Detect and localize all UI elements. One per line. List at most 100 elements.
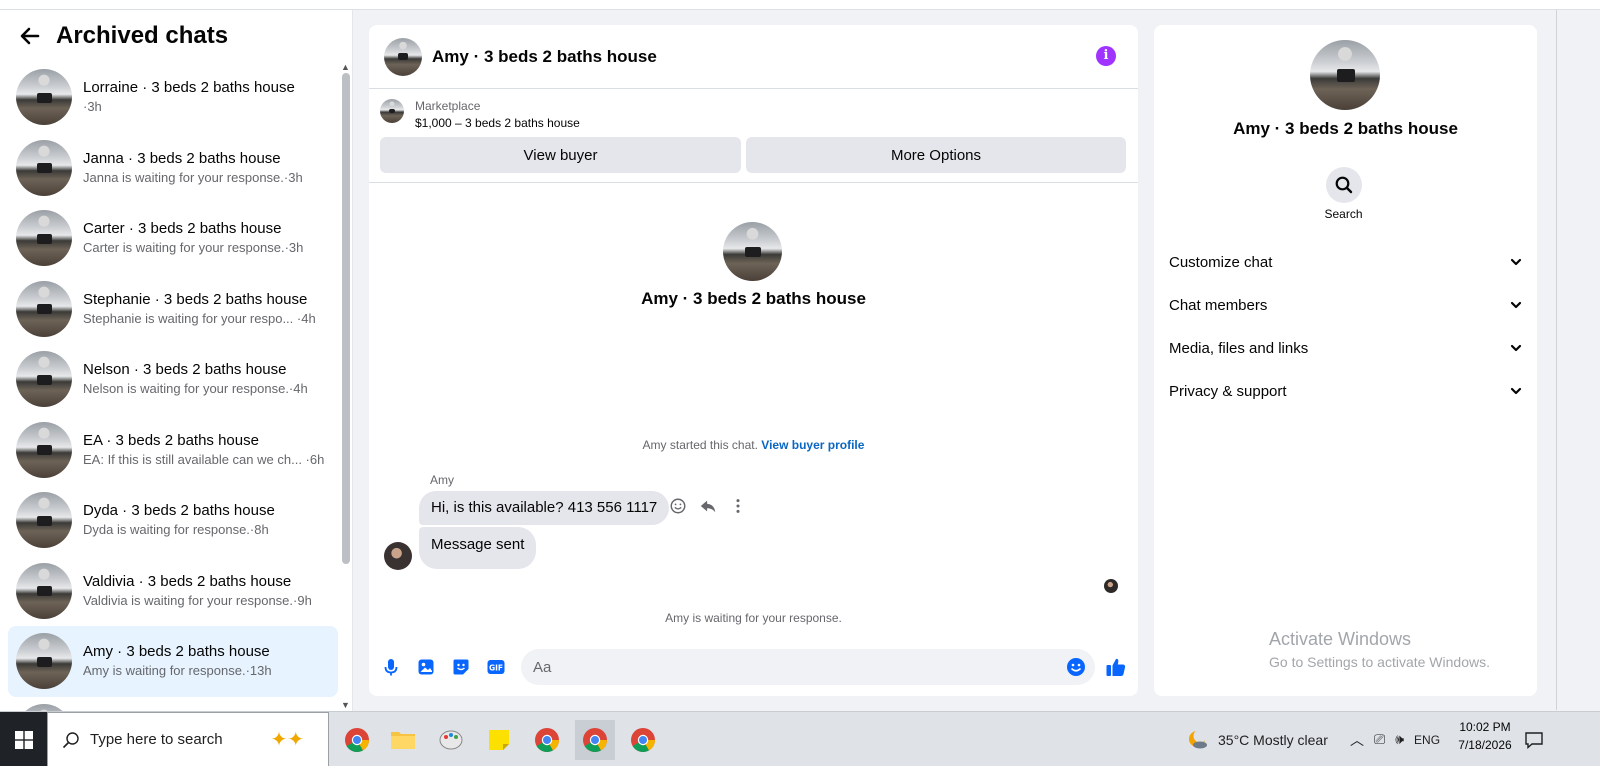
- taskbar-search[interactable]: Type here to search ✦✦: [47, 712, 329, 766]
- moon-cloud-icon: [1189, 729, 1207, 748]
- chat-avatar: [16, 633, 72, 690]
- chat-list-item[interactable]: Dyda · 3 beds 2 baths house Dyda is waiti…: [8, 485, 338, 556]
- chat-text: Lorraine · 3 beds 2 baths house ·3h: [83, 78, 295, 116]
- marketplace-listing: Marketplace $1,000 – 3 beds 2 baths hous…: [380, 99, 580, 132]
- chat-list-item[interactable]: Janna · 3 beds 2 baths house Janna is wai…: [8, 133, 338, 204]
- conversation-title[interactable]: Amy · 3 beds 2 baths house: [432, 47, 657, 67]
- paint-app[interactable]: [431, 720, 471, 760]
- browser-top-strip: [0, 0, 1600, 10]
- search-label: Search: [1324, 207, 1363, 221]
- chat-name: Amy · 3 beds 2 baths house: [83, 643, 270, 661]
- chat-list-item[interactable]: Nelson · 3 beds 2 baths house Nelson is w…: [8, 344, 338, 415]
- chat-avatar: [16, 492, 72, 549]
- chat-text: Stephanie · 3 beds 2 baths house Stephani…: [83, 290, 316, 328]
- chat-list: Lorraine · 3 beds 2 baths house ·3h Janna …: [8, 62, 338, 727]
- chat-preview: EA: If this is still available can we ch…: [83, 451, 325, 467]
- info-icon[interactable]: i: [1096, 46, 1116, 66]
- details-avatar: [1310, 40, 1380, 110]
- meet-now-icon[interactable]: ⎚: [1374, 731, 1385, 748]
- chat-list-item[interactable]: Amy · 3 beds 2 baths house Amy is waiting…: [8, 626, 338, 697]
- notification-button[interactable]: [1524, 712, 1544, 766]
- scroll-up-arrow-icon[interactable]: ▲: [341, 62, 350, 72]
- search-icon: [62, 731, 79, 748]
- chat-started-notice: Amy started this chat. View buyer profil…: [369, 438, 1138, 452]
- chat-list-item[interactable]: Stephanie · 3 beds 2 baths house Stephani…: [8, 274, 338, 345]
- more-vertical-icon[interactable]: [729, 497, 747, 515]
- chat-name: Nelson · 3 beds 2 baths house: [83, 361, 287, 379]
- chat-preview: Dyda is waiting for response.·8h: [83, 522, 269, 538]
- message-actions: [669, 497, 747, 515]
- view-buyer-profile-link[interactable]: View buyer profile: [761, 438, 864, 452]
- photo-icon[interactable]: [416, 657, 436, 677]
- chat-avatar: [16, 210, 72, 267]
- sidebar-title: Archived chats: [56, 22, 229, 49]
- language-indicator[interactable]: ENG: [1414, 733, 1440, 747]
- chat-list-item[interactable]: Valdivia · 3 beds 2 baths house Valdivia …: [8, 556, 338, 627]
- window-edge: [1556, 10, 1557, 710]
- weather-widget[interactable]: 35°C Mostly clear: [1186, 712, 1328, 766]
- listing-title: $1,000 – 3 beds 2 baths house: [415, 116, 580, 130]
- sticky-notes-app[interactable]: [479, 720, 519, 760]
- conversation-avatar[interactable]: [384, 37, 422, 76]
- chat-list-item[interactable]: Carter · 3 beds 2 baths house Carter is w…: [8, 203, 338, 274]
- chat-list-item[interactable]: EA · 3 beds 2 baths house EA: If this is …: [8, 415, 338, 486]
- message-input[interactable]: [521, 649, 1095, 685]
- search-button[interactable]: [1326, 167, 1362, 203]
- chrome-profile-1-app[interactable]: [527, 720, 567, 760]
- chevron-down-icon: [1510, 387, 1522, 395]
- microphone-icon[interactable]: [381, 657, 401, 677]
- thumbs-up-icon[interactable]: [1105, 656, 1127, 678]
- sender-avatar[interactable]: [384, 542, 412, 570]
- chat-text: Janna · 3 beds 2 baths house Janna is wai…: [83, 149, 303, 187]
- marketplace-label: Marketplace: [415, 99, 481, 113]
- chat-preview: Stephanie is waiting for your respo... ·…: [83, 310, 316, 326]
- notification-icon: [1525, 731, 1543, 749]
- react-smiley-icon[interactable]: [669, 497, 687, 515]
- chat-list-item[interactable]: Lorraine · 3 beds 2 baths house ·3h: [8, 62, 338, 133]
- file-explorer-app[interactable]: [383, 720, 423, 760]
- archived-chats-sidebar: Archived chats Lorraine · 3 beds 2 baths…: [0, 10, 353, 727]
- section-label: Customize chat: [1169, 253, 1273, 271]
- chrome-profile-2-app[interactable]: [575, 720, 615, 760]
- conversation-panel: Amy · 3 beds 2 baths house i Marketplace…: [369, 25, 1138, 696]
- message-bubble[interactable]: Message sent: [419, 527, 537, 569]
- chat-name: Valdivia · 3 beds 2 baths house: [83, 572, 292, 590]
- sidebar-header: Archived chats: [0, 10, 352, 62]
- activate-windows-subtitle: Go to Settings to activate Windows.: [1269, 654, 1490, 670]
- chrome-icon: [583, 728, 607, 753]
- gif-icon[interactable]: GIF: [486, 657, 506, 677]
- details-section-row[interactable]: Customize chat: [1169, 247, 1523, 277]
- emoji-icon[interactable]: [1066, 657, 1086, 677]
- volume-icon[interactable]: 🕪: [1395, 731, 1404, 748]
- windows-taskbar: Type here to search ✦✦ 35°C Mostly clear…: [0, 711, 1600, 766]
- sparkle-icon: ✦✦: [270, 729, 305, 751]
- chat-text: Nelson · 3 beds 2 baths house Nelson is w…: [83, 360, 308, 398]
- scrollbar-thumb[interactable]: [342, 73, 350, 564]
- chat-name: EA · 3 beds 2 baths house: [83, 431, 259, 449]
- system-tray: ︿ ⎚ 🕪 ENG: [1350, 712, 1440, 766]
- chat-name: Carter · 3 beds 2 baths house: [83, 220, 282, 238]
- details-section-row[interactable]: Media, files and links: [1169, 333, 1523, 363]
- chat-avatar: [16, 139, 72, 196]
- start-button[interactable]: [0, 712, 47, 766]
- windows-logo-icon: [14, 730, 33, 749]
- section-label: Media, files and links: [1169, 339, 1309, 357]
- chrome-profile-3-app[interactable]: [623, 720, 663, 760]
- reply-icon[interactable]: [699, 497, 717, 515]
- message-bubble[interactable]: Hi, is this available? 413 556 1117: [419, 491, 670, 525]
- seen-indicator-avatar: [1104, 579, 1118, 593]
- svg-text:GIF: GIF: [489, 663, 503, 672]
- more-options-button[interactable]: More Options: [746, 137, 1126, 173]
- details-section-row[interactable]: Privacy & support: [1169, 376, 1523, 406]
- clock[interactable]: 10:02 PM 7/18/2026: [1452, 718, 1518, 754]
- started-text: Amy started this chat.: [642, 438, 758, 452]
- chat-preview: ·3h: [83, 99, 102, 115]
- sticker-icon[interactable]: [451, 657, 471, 677]
- chevron-up-icon[interactable]: ︿: [1350, 730, 1364, 750]
- chrome-app[interactable]: [337, 720, 377, 760]
- details-section-row[interactable]: Chat members: [1169, 290, 1523, 320]
- scroll-down-arrow-icon[interactable]: ▼: [341, 700, 350, 710]
- view-buyer-button[interactable]: View buyer: [380, 137, 741, 173]
- back-arrow-icon[interactable]: [18, 24, 42, 48]
- details-title: Amy · 3 beds 2 baths house: [1233, 119, 1458, 138]
